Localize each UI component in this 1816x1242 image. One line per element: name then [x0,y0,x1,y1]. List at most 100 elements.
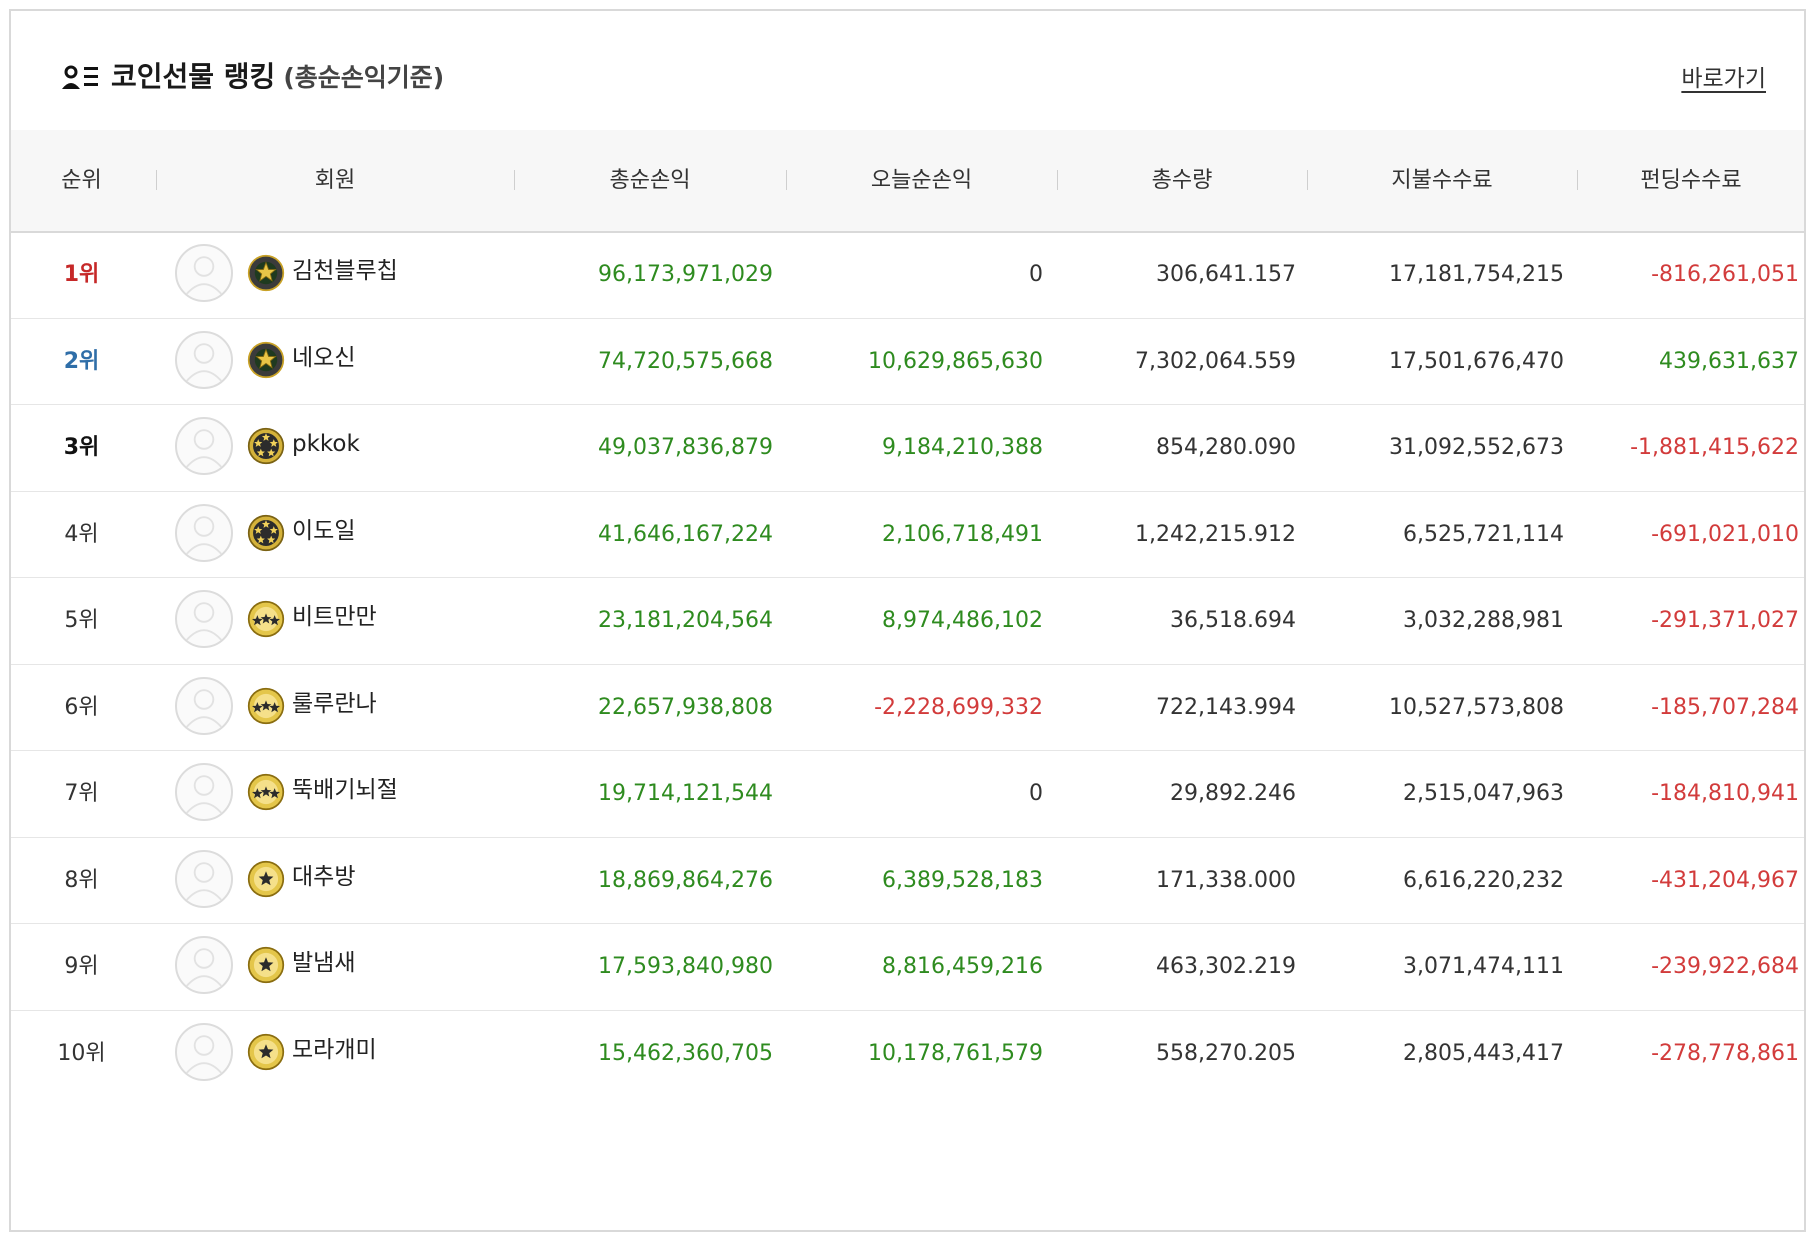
paid-fee-cell: 17,181,754,215 [1389,262,1564,287]
today-pnl-cell: 8,974,486,102 [882,608,1043,633]
five-star-badge-icon [247,514,285,552]
today-pnl-cell: 10,629,865,630 [868,348,1043,374]
table-row: 8위 대추방 18,869,864,276 6,389,528,183 171,338.… [11,838,1804,924]
today-pnl-cell: -2,228,699,332 [874,694,1043,720]
member-name[interactable]: 뚝배기뇌절 [292,751,398,829]
today-pnl-cell: 10,178,761,579 [868,1040,1043,1066]
quantity-cell: 558,270.205 [1156,1040,1296,1066]
avatar[interactable] [175,763,233,821]
column-header-quantity: 총수량 [1151,168,1213,193]
today-pnl-cell: 9,184,210,388 [882,435,1043,460]
table-row: 7위 뚝배기뇌절 19,714,121,544 0 29,892.246 2,515,04… [11,751,1804,838]
one-star-badge-icon [247,1033,285,1071]
table-row: 2위 네오신 74,720,575,668 10,629,865,630 7,302,0… [11,319,1804,405]
one-star-badge-icon [247,860,285,898]
column-header-funding-fee: 펀딩수수료 [1640,168,1742,193]
three-star-badge-icon [247,773,285,811]
rank-cell: 1위 [63,262,100,287]
table-row: 1위 김천블루칩 96,173,971,029 0 306,641.157 17,181,… [11,232,1804,319]
funding-fee-cell: -691,021,010 [1651,521,1799,547]
total-pnl-cell: 17,593,840,980 [598,954,773,979]
funding-fee-cell: -431,204,967 [1651,867,1799,893]
total-pnl-cell: 49,037,836,879 [598,435,773,460]
paid-fee-cell: 3,032,288,981 [1403,608,1564,633]
total-pnl-cell: 41,646,167,224 [598,521,773,547]
funding-fee-cell: -185,707,284 [1651,694,1799,720]
member-name[interactable]: 네오신 [292,319,355,397]
rank-cell: 5위 [64,608,99,633]
funding-fee-cell: -1,881,415,622 [1630,435,1799,460]
page-title-text: 코인선물 랭킹 [111,60,276,93]
default-avatar-icon [185,429,223,469]
today-pnl-cell: 6,389,528,183 [882,867,1043,893]
total-pnl-cell: 18,869,864,276 [598,867,773,893]
quantity-cell: 306,641.157 [1156,262,1296,287]
member-name[interactable]: 룰루란나 [292,665,377,743]
five-star-badge-icon [247,427,285,465]
total-pnl-cell: 22,657,938,808 [598,694,773,720]
today-pnl-cell: 0 [1029,262,1043,287]
rank-cell: 4위 [64,521,99,547]
column-header-rank: 순위 [61,168,102,193]
paid-fee-cell: 10,527,573,808 [1389,694,1564,720]
default-avatar-icon [185,602,223,642]
member-name[interactable]: 발냄새 [292,924,355,1002]
quantity-cell: 463,302.219 [1156,954,1296,979]
funding-fee-cell: -239,922,684 [1651,954,1799,979]
quantity-cell: 854,280.090 [1156,435,1296,460]
avatar[interactable] [175,676,233,735]
column-header-total-pnl: 총순손익 [609,168,691,193]
one-star-badge-icon [247,946,285,984]
paid-fee-cell: 6,616,220,232 [1403,867,1564,893]
avatar[interactable] [175,590,233,648]
page-title: 코인선물 랭킹 (총순손익기준) [111,55,444,95]
member-name[interactable]: 이도일 [292,492,355,570]
rank-cell: 10위 [57,1040,106,1066]
paid-fee-cell: 6,525,721,114 [1403,521,1564,547]
ranking-panel: 코인선물 랭킹 (총순손익기준) 바로가기 순위 회원 총순손익 오늘순손익 총수… [9,9,1806,1232]
quantity-cell: 171,338.000 [1156,867,1296,893]
avatar[interactable] [175,330,233,389]
avatar[interactable] [175,936,233,994]
member-name[interactable]: 김천블루칩 [292,232,398,310]
paid-fee-cell: 31,092,552,673 [1389,435,1564,460]
member-name[interactable]: pkkok [292,405,360,483]
avatar[interactable] [175,1022,233,1081]
total-pnl-cell: 23,181,204,564 [598,608,773,633]
gold-laurel-badge-icon [247,254,285,292]
total-pnl-cell: 19,714,121,544 [598,781,773,806]
column-header-member: 회원 [314,168,356,193]
member-name[interactable]: 모라개미 [292,1011,377,1089]
panel-header: 코인선물 랭킹 (총순손익기준) 바로가기 [11,11,1804,132]
default-avatar-icon [185,948,223,988]
go-to-link[interactable]: 바로가기 [1681,59,1766,93]
table-row: 4위 이도일 41,646,167,224 2,106,718,491 1,242,21… [11,492,1804,578]
funding-fee-cell: 439,631,637 [1659,348,1799,374]
quantity-cell: 7,302,064.559 [1135,348,1296,374]
default-avatar-icon [185,775,223,815]
paid-fee-cell: 2,805,443,417 [1403,1040,1564,1066]
funding-fee-cell: -184,810,941 [1651,781,1799,806]
quantity-cell: 36,518.694 [1170,608,1296,633]
avatar[interactable] [175,417,233,475]
quantity-cell: 1,242,215.912 [1135,521,1296,547]
avatar[interactable] [175,503,233,562]
column-header-paid-fee: 지불수수료 [1391,168,1493,193]
rank-cell: 7위 [64,781,99,806]
table-row: 5위 비트만만 23,181,204,564 8,974,486,102 36,518.… [11,578,1804,665]
table-row: 9위 발냄새 17,593,840,980 8,816,459,216 463,302.… [11,924,1804,1011]
avatar[interactable] [175,849,233,908]
member-list-icon [62,65,98,89]
default-avatar-icon [185,688,223,728]
total-pnl-cell: 74,720,575,668 [598,348,773,374]
paid-fee-cell: 17,501,676,470 [1389,348,1564,374]
member-name[interactable]: 대추방 [292,838,355,916]
quantity-cell: 722,143.994 [1156,694,1296,720]
total-pnl-cell: 15,462,360,705 [598,1040,773,1066]
member-name[interactable]: 비트만만 [292,578,377,656]
quantity-cell: 29,892.246 [1170,781,1296,806]
today-pnl-cell: 2,106,718,491 [882,521,1043,547]
today-pnl-cell: 0 [1029,781,1043,806]
default-avatar-icon [185,1034,223,1074]
avatar[interactable] [175,244,233,302]
